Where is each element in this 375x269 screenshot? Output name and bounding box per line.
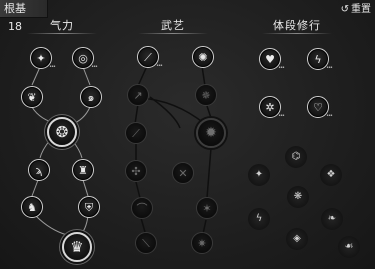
body-flame-glyph: ☙ — [344, 241, 354, 252]
rank-dots: ••• — [278, 65, 285, 71]
skill-blade-icon[interactable]: ⟍ — [135, 232, 157, 254]
rank-dots: ••• — [49, 64, 56, 70]
skill-swirl-glyph: ◎ — [78, 51, 88, 65]
skill-spin-glyph: ✣ — [131, 164, 141, 178]
skill-shatter-glyph: ✷ — [197, 236, 207, 250]
skill-cross-glyph: ✕ — [178, 166, 188, 180]
rank-dots: ••• — [326, 113, 333, 119]
skill-swirl-icon[interactable]: ◎ ••• — [72, 47, 98, 70]
skill-whirlwind-icon[interactable]: ๑ — [80, 86, 102, 108]
body-sun-glyph: ✲ — [265, 100, 275, 114]
skill-arc-icon[interactable]: ⌒ — [131, 197, 153, 219]
body-leaf-icon[interactable]: ❧ — [318, 205, 346, 233]
skill-tiger-glyph: ♞ — [27, 200, 37, 214]
body-heart-glyph: ♥ — [265, 52, 275, 66]
skill-spear-icon[interactable]: ⟋ ••• — [137, 46, 163, 69]
body-heartbeat-icon[interactable]: ♡ ••• — [307, 96, 333, 119]
body-fist-glyph: ❖ — [326, 169, 336, 180]
body-lightning-icon[interactable]: ϟ ••• — [307, 48, 333, 71]
body-scale-glyph: ❋ — [293, 191, 303, 202]
body-leaf-glyph: ❧ — [327, 213, 337, 224]
body-bolt-glyph: ϟ — [255, 213, 263, 224]
skill-slash-icon[interactable]: ⟋ — [125, 122, 147, 144]
skill-feather-glyph: ❦ — [27, 90, 37, 104]
skill-spear-glyph: ⟋ — [144, 50, 152, 64]
skill-sunburst-glyph: ✹ — [205, 125, 217, 141]
rank-dots: ••• — [326, 65, 333, 71]
body-fist-icon[interactable]: ❖ — [317, 161, 345, 189]
skill-core-glyph: ❂ — [55, 122, 69, 141]
skill-flare-icon[interactable]: ✶ — [196, 197, 218, 219]
skill-fan-icon[interactable]: ✦ ••• — [30, 47, 56, 70]
skill-vortex-glyph: ✵ — [201, 88, 211, 102]
body-gem-icon[interactable]: ◈ — [283, 225, 311, 253]
skill-arc-glyph: ⌒ — [136, 201, 148, 215]
skill-helmet-glyph: ♜ — [78, 163, 88, 177]
body-bolt-icon[interactable]: ϟ — [245, 205, 273, 233]
skill-cross-icon[interactable]: ✕ — [172, 162, 194, 184]
body-scale-icon[interactable]: ❋ — [284, 183, 312, 211]
skill-slash-glyph: ⟋ — [132, 126, 140, 140]
rank-dots: ••• — [156, 63, 163, 69]
skill-burst-glyph: ✺ — [198, 50, 208, 64]
skill-thrust-glyph: ↗ — [133, 88, 143, 102]
skill-shatter-icon[interactable]: ✷ — [191, 232, 213, 254]
skill-sunburst-icon[interactable]: ✹ — [196, 118, 226, 148]
skill-tiger-icon[interactable]: ♞ — [21, 196, 43, 218]
skill-vortex-icon[interactable]: ✵ — [195, 84, 217, 106]
skill-blade-glyph: ⟍ — [142, 236, 150, 250]
skill-warrior-glyph: ♛ — [70, 237, 84, 256]
body-heartbeat-glyph: ♡ — [313, 100, 323, 114]
skill-spin-icon[interactable]: ✣ — [125, 160, 147, 182]
body-heart-icon[interactable]: ♥ ••• — [259, 48, 285, 71]
rank-dots: ••• — [91, 64, 98, 70]
skill-flare-glyph: ✶ — [202, 201, 212, 215]
rank-dots: ••• — [278, 113, 285, 119]
skill-whip-icon[interactable]: ϡ — [28, 159, 50, 181]
skill-fan-glyph: ✦ — [36, 51, 46, 65]
body-ring-icon[interactable]: ⌬ — [282, 143, 310, 171]
talent-panel: 根基 18 ↺ 重置 气力 武艺 体段修行 ✦ ••• ◎ ••• ❦ ๑ ❂ … — [0, 0, 375, 269]
skill-helmet-icon[interactable]: ♜ — [72, 159, 94, 181]
body-flame-icon[interactable]: ☙ — [335, 233, 363, 261]
skill-armor-glyph: ⛨ — [84, 200, 94, 214]
body-sun-icon[interactable]: ✲ ••• — [259, 96, 285, 119]
skill-feather-icon[interactable]: ❦ — [21, 86, 43, 108]
body-ring-glyph: ⌬ — [291, 151, 301, 162]
skill-burst-icon[interactable]: ✺ — [192, 46, 214, 68]
skill-whip-glyph: ϡ — [35, 163, 43, 177]
skill-armor-icon[interactable]: ⛨ — [78, 196, 100, 218]
body-gem-glyph: ◈ — [293, 233, 301, 244]
skill-thrust-icon[interactable]: ↗ — [127, 84, 149, 106]
body-mark-icon[interactable]: ✦ — [245, 161, 273, 189]
skill-warrior-icon[interactable]: ♛ — [62, 232, 92, 262]
body-lightning-glyph: ϟ — [314, 52, 322, 66]
skill-whirlwind-glyph: ๑ — [87, 90, 95, 104]
body-mark-glyph: ✦ — [254, 169, 264, 180]
skill-core-icon[interactable]: ❂ — [47, 117, 77, 147]
